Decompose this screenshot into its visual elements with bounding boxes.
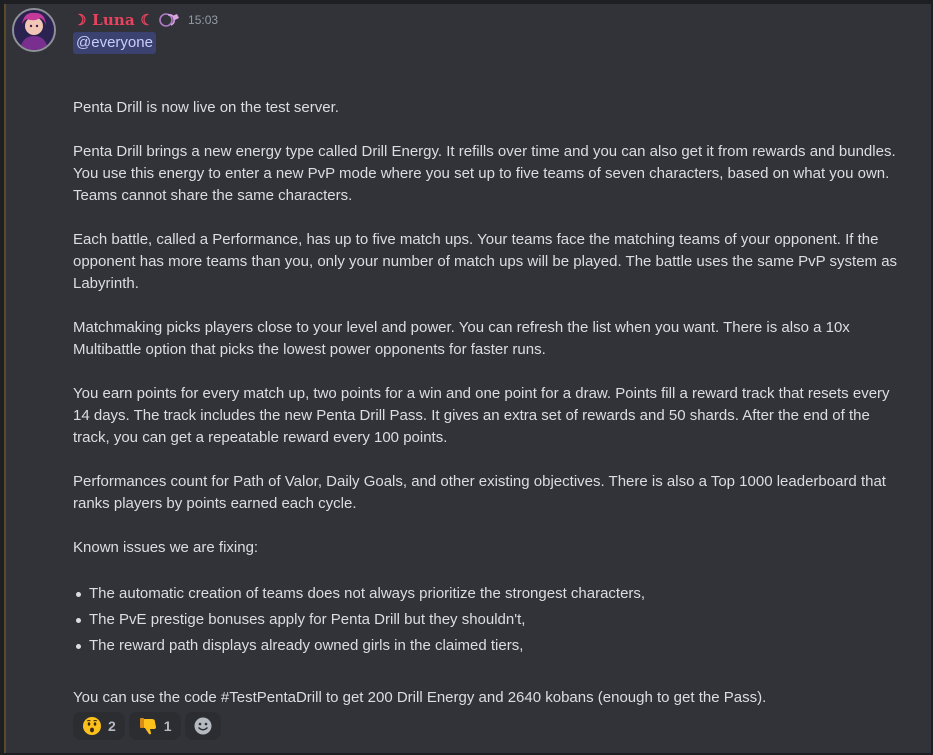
reaction-thumbs-down[interactable]: 1 [128,712,181,740]
message-container: ☽ Luna ☾ 15:03 @everyone Penta Drill is … [0,0,933,755]
paragraph: Penta Drill brings a new energy type cal… [73,143,896,204]
avatar-image [14,10,54,50]
reaction-count: 1 [163,718,172,734]
list-item: The reward path displays already owned g… [73,633,908,659]
reaction-count: 2 [108,718,116,734]
username[interactable]: ☽ Luna ☾ [73,11,154,29]
message-body: Penta Drill is now live on the test serv… [73,97,908,659]
mention-highlight-bar [4,4,6,755]
code-paragraph: You can use the code #TestPentaDrill to … [73,689,767,706]
paragraph: You earn points for every match up, two … [73,385,890,446]
avatar[interactable] [12,8,56,52]
paragraph: Each battle, called a Performance, has u… [73,231,898,292]
reactions-bar: 2 1 [73,712,221,740]
issues-list: The automatic creation of teams does not… [73,581,908,659]
paragraph: Penta Drill is now live on the test serv… [73,99,339,116]
role-icon[interactable] [159,12,181,28]
paragraph: Matchmaking picks players close to your … [73,319,850,358]
add-reaction-button[interactable] [184,712,221,740]
paragraph: Performances count for Path of Valor, Da… [73,473,886,512]
message-header: ☽ Luna ☾ 15:03 [73,10,218,30]
thumbs-down-icon [139,718,156,735]
list-item: The automatic creation of teams does not… [73,581,908,607]
timestamp[interactable]: 15:03 [188,13,218,27]
add-reaction-icon [194,717,212,735]
list-item: The PvE prestige bonuses apply for Penta… [73,607,908,633]
everyone-mention[interactable]: @everyone [73,32,156,54]
hushed-face-icon [83,717,101,735]
paragraph: Known issues we are fixing: [73,539,259,556]
top-border [0,0,933,4]
reaction-hushed-face[interactable]: 2 [73,712,125,740]
